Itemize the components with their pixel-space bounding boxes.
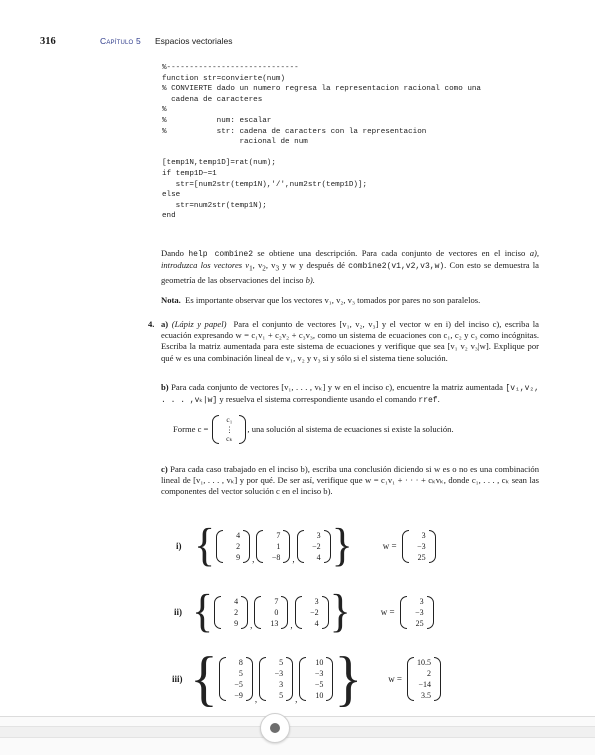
c-vector: c₁ ⋮ cₖ (212, 415, 247, 444)
case-iii: iii) { 8 5 −5 −9 , 5 −3 3 5 , 10 −3 −5 10 } w = 1… (172, 648, 442, 709)
paragraph-combine2: Dando help combine2 se obtiene una descr… (161, 248, 539, 286)
matlab-code: %----------------------------- function … (162, 64, 481, 221)
chapter-label: Capítulo 5 (100, 36, 141, 46)
case-i: i) { 429 , 7 1 −8 , 3 −2 4 } w = 3 −3 25 (176, 522, 437, 569)
chapter-title: Espacios vectoriales (155, 36, 233, 46)
case-ii: ii) { 429 , 7 0 13 , 3 −2 4 } w = 3 −3 25 (174, 588, 435, 635)
forme-c: Forme c = c₁ ⋮ cₖ , una solución al sist… (173, 415, 454, 444)
exercise-part-a: a) (Lápiz y papel) Para el conjunto de v… (161, 319, 539, 363)
exercise-part-c: c) Para cada caso trabajado en el inciso… (161, 464, 539, 497)
note-paragraph: Nota. Es importante observar que los vec… (161, 295, 481, 305)
exercise-number: 4. (148, 319, 155, 329)
exercise-part-b: b) Para cada conjunto de vectores [v₁, .… (161, 382, 539, 406)
knob-dot-icon (270, 723, 280, 733)
page-number: 316 (40, 36, 56, 47)
scrollbar-track[interactable] (0, 726, 595, 738)
bottom-scrollbar[interactable] (0, 716, 595, 755)
scroll-knob[interactable] (260, 713, 290, 743)
page-header: 316 Capítulo 5 Espacios vectoriales (0, 36, 595, 50)
